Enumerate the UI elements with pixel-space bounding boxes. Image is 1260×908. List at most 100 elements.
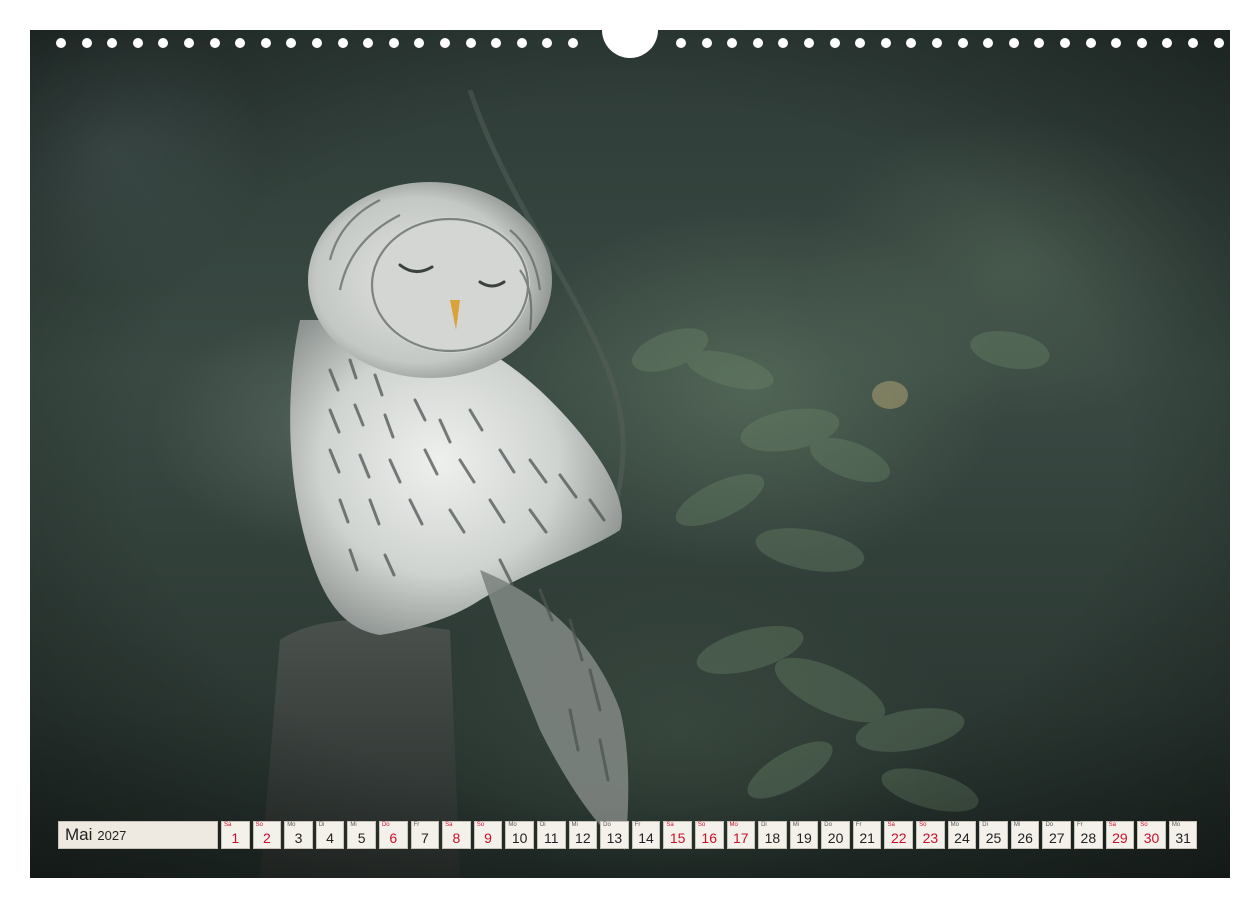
day-cell: Do 6 xyxy=(378,821,408,849)
day-number: 28 xyxy=(1080,830,1097,846)
binding-hole xyxy=(440,38,450,48)
day-cell: Fr 21 xyxy=(852,821,882,849)
binding-hole xyxy=(1085,38,1096,48)
weekday-abbr: Di xyxy=(982,822,988,828)
binding-hole xyxy=(676,38,686,48)
day-cell: Do 13 xyxy=(600,821,629,849)
day-number: 5 xyxy=(357,830,366,846)
day-cell: Di 25 xyxy=(979,821,1008,849)
binding-hole xyxy=(184,38,194,48)
binding-hole xyxy=(1188,38,1198,48)
weekday-abbr: So xyxy=(697,822,706,828)
day-number: 9 xyxy=(484,830,492,846)
weekday-abbr: Sa xyxy=(224,822,232,828)
binding-hole xyxy=(1060,38,1070,48)
binding-hole xyxy=(829,38,840,48)
binding-hole xyxy=(388,38,399,48)
month-label-box: Mai 2027 xyxy=(58,821,218,849)
day-number: 6 xyxy=(389,830,398,846)
binding-hole xyxy=(363,38,374,48)
weekday-abbr: Fr xyxy=(1077,822,1083,828)
day-number: 16 xyxy=(701,830,717,846)
binding-hole xyxy=(701,38,712,48)
weekday-abbr: Fr xyxy=(634,822,641,828)
day-number: 12 xyxy=(575,830,591,846)
weekday-abbr: Mo xyxy=(950,822,959,828)
weekday-abbr: So xyxy=(476,822,485,828)
weekday-abbr: Mi xyxy=(1013,822,1021,828)
binding-hole xyxy=(855,38,866,48)
day-number: 26 xyxy=(1017,830,1033,846)
binding-hole xyxy=(209,38,220,48)
binding-hole xyxy=(132,38,143,48)
day-cell: Do 20 xyxy=(821,821,850,849)
weekday-abbr: Do xyxy=(824,822,832,828)
day-cell: Mi 26 xyxy=(1010,821,1040,849)
weekday-abbr: So xyxy=(919,822,927,828)
weekday-abbr: Di xyxy=(539,822,546,828)
day-cell: Sa 29 xyxy=(1105,821,1135,849)
hanger-cutout xyxy=(602,30,658,58)
day-cell: Fr 28 xyxy=(1074,821,1103,849)
day-cell: Mo 31 xyxy=(1168,821,1198,849)
day-cell: Mi 12 xyxy=(568,821,598,849)
day-number: 20 xyxy=(827,830,844,846)
weekday-abbr: Mo xyxy=(508,822,517,828)
weekday-abbr: Di xyxy=(761,822,767,828)
binding-hole xyxy=(81,38,92,48)
weekday-abbr: Sa xyxy=(887,822,895,828)
weekday-abbr: Mo xyxy=(729,822,738,828)
day-number: 23 xyxy=(922,830,939,846)
binding-hole xyxy=(568,38,578,48)
binding-hole xyxy=(1162,38,1173,48)
weekday-abbr: Do xyxy=(603,822,611,828)
binding-hole xyxy=(1111,38,1122,48)
spiral-binding xyxy=(30,30,1230,58)
owl-photo xyxy=(30,30,1230,878)
day-cell: Sa 8 xyxy=(442,821,471,849)
binding-hole xyxy=(1136,38,1147,48)
day-cell: Mo 24 xyxy=(947,821,977,849)
weekday-abbr: Di xyxy=(318,822,325,828)
calendar-strip: Mai 2027 Sa 1 So 2 Mo 3 Di 4 Mi 5 Do 6 Fr 7 Sa 8 So 9 Mo 10… xyxy=(58,821,1198,851)
day-cell: So 30 xyxy=(1137,821,1166,849)
day-number: 19 xyxy=(796,830,812,846)
day-number: 1 xyxy=(231,830,240,846)
day-cell: Di 4 xyxy=(315,821,345,849)
weekday-abbr: So xyxy=(1140,822,1148,828)
day-cell: Fr 14 xyxy=(631,821,661,849)
binding-hole xyxy=(235,38,246,48)
binding-hole xyxy=(542,38,553,48)
day-cell: So 2 xyxy=(252,821,282,849)
day-number: 4 xyxy=(326,830,334,846)
weekday-abbr: Mi xyxy=(792,822,800,828)
day-cell: So 16 xyxy=(694,821,724,849)
day-number: 24 xyxy=(954,830,970,846)
binding-hole xyxy=(158,38,169,48)
day-cell: Fr 7 xyxy=(410,821,440,849)
day-number: 11 xyxy=(543,830,559,846)
weekday-abbr: Fr xyxy=(413,822,420,828)
weekday-abbr: Sa xyxy=(445,822,453,828)
weekday-abbr: Sa xyxy=(666,822,674,828)
binding-hole xyxy=(880,38,891,48)
day-cell: Sa 1 xyxy=(221,821,250,849)
weekday-abbr: Mo xyxy=(1171,822,1181,828)
day-number: 13 xyxy=(606,830,623,846)
day-cell: Sa 15 xyxy=(663,821,692,849)
day-number: 29 xyxy=(1112,830,1128,846)
binding-hole xyxy=(1008,38,1019,48)
day-number: 8 xyxy=(452,830,461,846)
binding-hole xyxy=(778,38,789,48)
binding-hole xyxy=(1034,38,1045,48)
day-number: 27 xyxy=(1048,830,1065,846)
month-name: Mai xyxy=(65,825,93,844)
day-cell: Sa 22 xyxy=(884,821,914,849)
binding-hole xyxy=(107,38,118,48)
day-cell: Mo 10 xyxy=(505,821,534,849)
day-number: 17 xyxy=(733,830,749,846)
weekday-abbr: Fr xyxy=(855,822,862,828)
day-number: 25 xyxy=(985,830,1002,846)
day-number: 21 xyxy=(859,830,875,846)
day-number: 3 xyxy=(294,830,303,846)
